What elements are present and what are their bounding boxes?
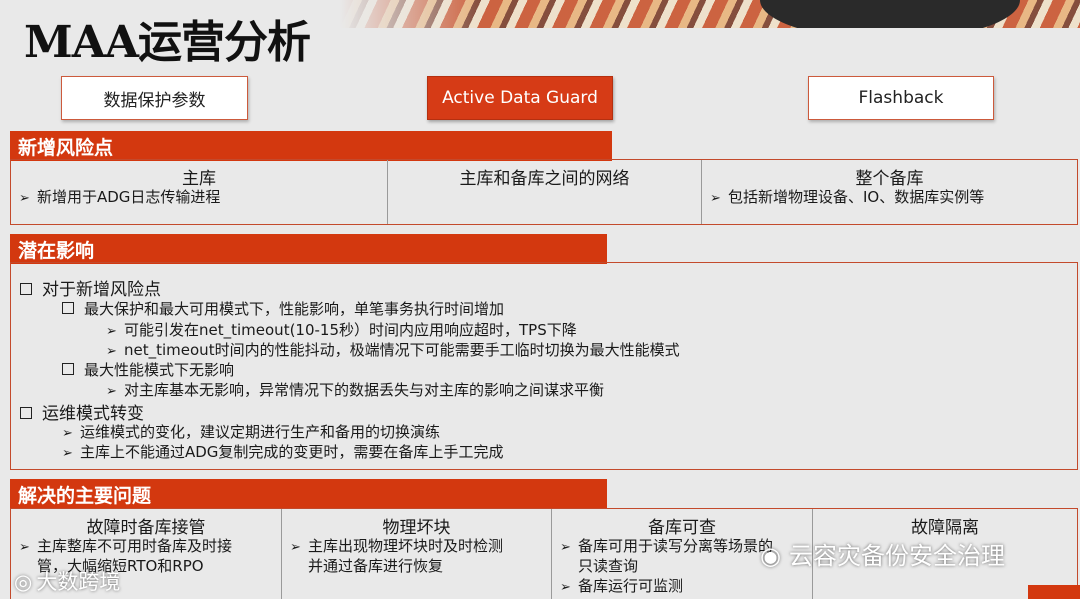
arrow-bullet-icon: ➢	[106, 344, 117, 359]
arrow-bullet-icon: ➢	[19, 540, 30, 555]
list-item: ➢ 主库整库不可用时备库及时接	[19, 537, 233, 555]
watermark-left: ◎ 大数跨境	[14, 570, 121, 594]
list-item: ➢ 备库运行可监测	[560, 577, 684, 595]
risk-box: 主库 ➢ 新增用于ADG日志传输进程 主库和备库之间的网络 整个备库 ➢ 包括新增物…	[10, 159, 1078, 225]
wechat-logo-icon: ◉	[760, 542, 781, 570]
decor-shape	[760, 0, 1020, 28]
tab-data-protection[interactable]: 数据保护参数	[61, 76, 248, 120]
arrow-bullet-icon: ➢	[62, 426, 73, 441]
list-item: ➢ 可能引发在net_timeout(10-15秒）时间内应用响应超时，TPS下降	[106, 321, 577, 339]
impact-box: 对于新增风险点 最大保护和最大可用模式下，性能影响，单笔事务执行时间增加 ➢ 可能…	[10, 262, 1078, 470]
list-item: ➢ 新增用于ADG日志传输进程	[19, 188, 221, 206]
arrow-bullet-icon: ➢	[290, 540, 301, 555]
tab-flashback[interactable]: Flashback	[808, 76, 994, 120]
list-item: ➢ 主库上不能通过ADG复制完成的变更时，需要在备库上手工完成	[62, 443, 504, 461]
impact-header: 潜在影响	[10, 234, 607, 264]
list-item: 对于新增风险点	[20, 275, 161, 300]
risk-header: 新增风险点	[10, 131, 612, 161]
list-item-continuation: 只读查询	[578, 557, 639, 575]
header-decoration	[340, 0, 1080, 28]
weibo-logo-icon: ◎	[14, 570, 33, 594]
corner-accent	[1028, 585, 1080, 599]
list-item: ➢ net_timeout时间内的性能抖动，极端情况下可能需要手工临时切换为最大性…	[106, 341, 680, 359]
list-item: ➢ 对主库基本无影响，异常情况下的数据丢失与对主库的影响之间谋求平衡	[106, 381, 605, 399]
solve-cell-title: 故障隔离	[911, 518, 979, 538]
list-item: 最大保护和最大可用模式下，性能影响，单笔事务执行时间增加	[62, 298, 504, 319]
arrow-bullet-icon: ➢	[710, 191, 721, 206]
list-item: ➢ 备库可用于读写分离等场景的	[560, 537, 774, 555]
square-bullet-icon	[20, 283, 32, 295]
arrow-bullet-icon: ➢	[106, 324, 117, 339]
arrow-bullet-icon: ➢	[19, 191, 30, 206]
tab-active-data-guard[interactable]: Active Data Guard	[427, 76, 613, 120]
risk-cell-primary: 主库 ➢ 新增用于ADG日志传输进程	[11, 160, 388, 224]
risk-cell-standby: 整个备库 ➢ 包括新增物理设备、IO、数据库实例等	[702, 160, 1077, 224]
solve-header: 解决的主要问题	[10, 479, 607, 509]
list-item: 最大性能模式下无影响	[62, 359, 234, 380]
square-bullet-icon	[62, 363, 74, 375]
list-item-continuation: 并通过备库进行恢复	[308, 557, 444, 575]
list-item: ➢ 主库出现物理坏块时及时检测	[290, 537, 504, 555]
decor-fade	[340, 0, 480, 28]
arrow-bullet-icon: ➢	[62, 446, 73, 461]
square-bullet-icon	[62, 302, 74, 314]
arrow-bullet-icon: ➢	[560, 540, 571, 555]
list-item: ➢ 包括新增物理设备、IO、数据库实例等	[710, 188, 985, 206]
arrow-bullet-icon: ➢	[106, 384, 117, 399]
watermark-right: ◉ 云容灾备份安全治理	[760, 542, 1005, 570]
page-title: MAA运营分析	[24, 17, 311, 68]
solve-cell-corruption: 物理坏块 ➢ 主库出现物理坏块时及时检测 并通过备库进行恢复	[282, 509, 552, 599]
risk-cell-network: 主库和备库之间的网络	[388, 160, 702, 224]
risk-cell-title: 主库和备库之间的网络	[459, 169, 630, 189]
list-item: ➢ 运维模式的变化，建议定期进行生产和备用的切换演练	[62, 423, 441, 441]
arrow-bullet-icon: ➢	[560, 580, 571, 595]
square-bullet-icon	[20, 407, 32, 419]
